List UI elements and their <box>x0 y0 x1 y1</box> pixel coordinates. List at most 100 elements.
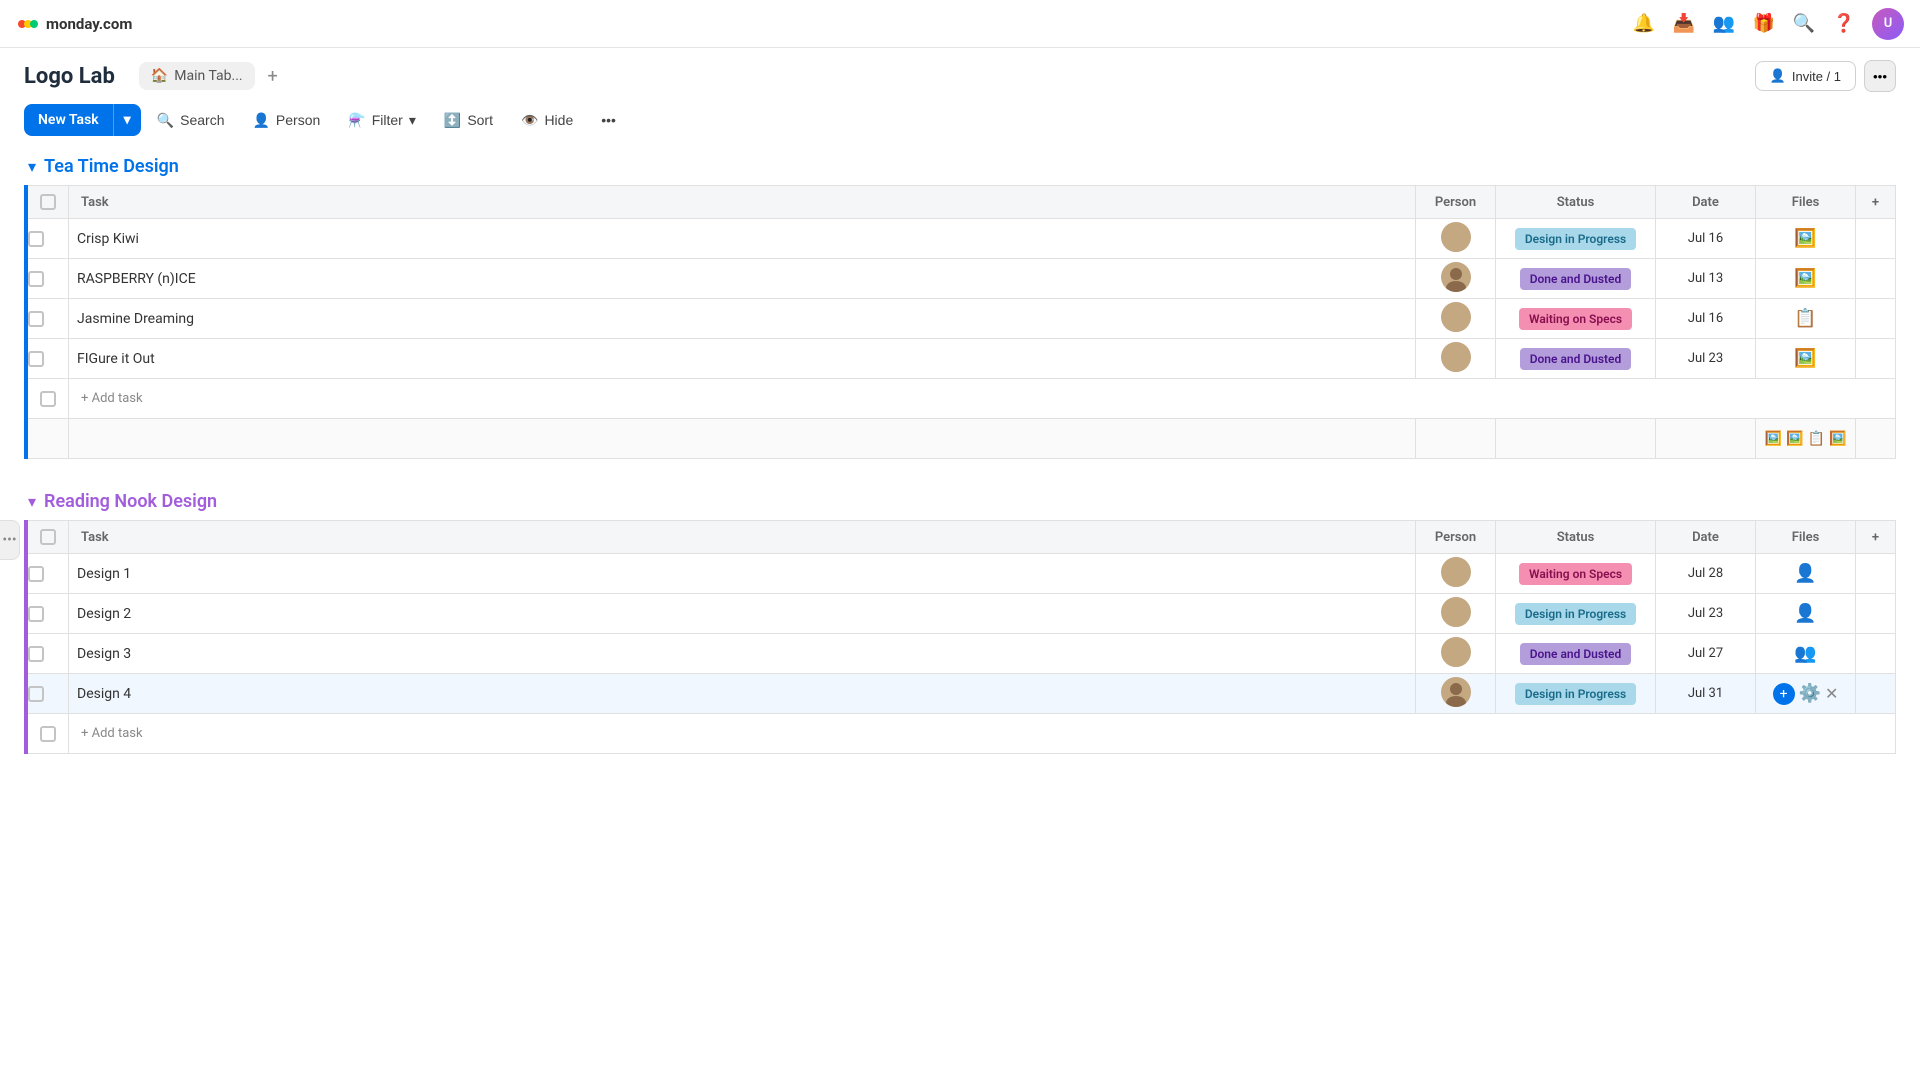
select-all-checkbox[interactable] <box>40 529 56 545</box>
status-cell[interactable]: Done and Dusted <box>1496 339 1656 379</box>
files-cell[interactable]: 📋 <box>1756 299 1856 339</box>
group-title-tea-time[interactable]: Tea Time Design <box>44 156 179 177</box>
search-button[interactable]: 🔍 Search <box>145 105 237 136</box>
file-icon[interactable]: 👥 <box>1794 643 1816 664</box>
more-toolbar-button[interactable]: ••• <box>589 105 628 135</box>
person-avatar[interactable] <box>1441 222 1471 252</box>
add-task-label-cell[interactable]: + Add task <box>69 714 1896 754</box>
file-icon[interactable]: 📋 <box>1794 308 1816 329</box>
task-name[interactable]: FIGure it Out <box>77 351 155 367</box>
gift-icon[interactable]: 🎁 <box>1752 12 1776 36</box>
row-checkbox[interactable] <box>28 646 44 662</box>
filter-button[interactable]: ⚗️ Filter ▾ <box>336 105 428 136</box>
date-cell[interactable]: Jul 27 <box>1656 634 1756 674</box>
add-row-checkbox[interactable] <box>40 391 56 407</box>
new-task-button[interactable]: New Task ▾ <box>24 104 141 136</box>
add-column-button[interactable]: + <box>1856 186 1896 219</box>
files-cell[interactable]: 👤 <box>1756 594 1856 634</box>
person-avatar[interactable] <box>1441 637 1471 667</box>
invite-button[interactable]: 👤 Invite / 1 <box>1755 61 1856 91</box>
file-icon[interactable]: 🖼️ <box>1794 348 1816 369</box>
files-cell[interactable]: 👤 <box>1756 554 1856 594</box>
group-chevron-purple-icon[interactable]: ▾ <box>28 492 36 511</box>
files-cell[interactable]: 🖼️ <box>1756 339 1856 379</box>
add-tab-button[interactable]: + <box>259 62 287 90</box>
notifications-icon[interactable]: 🔔 <box>1632 12 1656 36</box>
date-cell[interactable]: Jul 16 <box>1656 219 1756 259</box>
person-avatar[interactable] <box>1441 677 1471 707</box>
new-task-label[interactable]: New Task <box>24 104 113 136</box>
files-cell[interactable]: 🖼️ <box>1756 219 1856 259</box>
file-icon[interactable]: 🖼️ <box>1794 268 1816 289</box>
row-checkbox[interactable] <box>28 351 44 367</box>
task-name[interactable]: Crisp Kiwi <box>77 231 139 247</box>
status-cell[interactable]: Done and Dusted <box>1496 259 1656 299</box>
person-avatar[interactable] <box>1441 302 1471 332</box>
file-icon[interactable]: 👤 <box>1794 603 1816 624</box>
task-name[interactable]: Design 3 <box>77 646 131 662</box>
status-cell[interactable]: Design in Progress <box>1496 219 1656 259</box>
status-cell[interactable]: Design in Progress <box>1496 674 1656 714</box>
inbox-icon[interactable]: 📥 <box>1672 12 1696 36</box>
files-cell[interactable]: 🖼️ <box>1756 259 1856 299</box>
more-options-button[interactable]: ••• <box>1864 60 1896 92</box>
add-task-row[interactable]: + Add task <box>26 714 1896 754</box>
task-name[interactable]: Design 2 <box>77 606 131 622</box>
status-cell[interactable]: Done and Dusted <box>1496 634 1656 674</box>
summary-file-icon-2[interactable]: 🖼️ <box>1786 431 1803 447</box>
summary-file-icon-4[interactable]: 🖼️ <box>1829 431 1846 447</box>
task-name[interactable]: RASPBERRY (n)ICE <box>77 271 196 287</box>
row-checkbox[interactable] <box>28 686 44 702</box>
search-nav-icon[interactable]: 🔍 <box>1792 12 1816 36</box>
add-column-button[interactable]: + <box>1856 521 1896 554</box>
date-cell[interactable]: Jul 13 <box>1656 259 1756 299</box>
task-name[interactable]: Jasmine Dreaming <box>77 311 194 327</box>
file-icon[interactable]: 👤 <box>1794 563 1816 584</box>
status-cell[interactable]: Design in Progress <box>1496 594 1656 634</box>
person-avatar[interactable] <box>1441 342 1471 372</box>
remove-file-button[interactable]: ✕ <box>1825 684 1838 703</box>
help-icon[interactable]: ❓ <box>1832 12 1856 36</box>
row-checkbox[interactable] <box>28 311 44 327</box>
sort-button[interactable]: ↕️ Sort <box>432 105 505 136</box>
row-checkbox[interactable] <box>28 231 44 247</box>
summary-file-icon-3[interactable]: 📋 <box>1808 431 1825 447</box>
add-task-label-cell[interactable]: + Add task <box>69 379 1896 419</box>
group-chevron-icon[interactable]: ▾ <box>28 157 36 176</box>
row-checkbox[interactable] <box>28 271 44 287</box>
task-name[interactable]: Design 1 <box>77 566 131 582</box>
date-cell[interactable]: Jul 31 <box>1656 674 1756 714</box>
brand-logo[interactable]: monday.com <box>16 12 132 36</box>
people-icon[interactable]: 👥 <box>1712 12 1736 36</box>
date-cell[interactable]: Jul 23 <box>1656 594 1756 634</box>
group-title-reading-nook[interactable]: Reading Nook Design <box>44 491 217 512</box>
files-cell[interactable]: 👥 <box>1756 634 1856 674</box>
add-row-checkbox[interactable] <box>40 726 56 742</box>
row-checkbox-cell <box>26 634 69 674</box>
user-avatar[interactable]: U <box>1872 8 1904 40</box>
date-cell[interactable]: Jul 28 <box>1656 554 1756 594</box>
files-column-header: Files <box>1756 186 1856 219</box>
summary-file-icon-1[interactable]: 🖼️ <box>1765 431 1782 447</box>
status-cell[interactable]: Waiting on Specs <box>1496 299 1656 339</box>
person-avatar[interactable] <box>1441 557 1471 587</box>
sidebar-toggle-button[interactable]: ••• <box>0 520 20 560</box>
person-filter-button[interactable]: 👤 Person <box>240 105 332 136</box>
add-task-row[interactable]: + Add task <box>26 379 1896 419</box>
person-avatar[interactable] <box>1441 597 1471 627</box>
row-checkbox[interactable] <box>28 606 44 622</box>
new-task-chevron-icon[interactable]: ▾ <box>113 104 141 136</box>
add-file-button[interactable]: + <box>1773 683 1795 705</box>
hide-button[interactable]: 👁️ Hide <box>509 105 585 136</box>
row-checkbox[interactable] <box>28 566 44 582</box>
file-icon[interactable]: ⚙️ <box>1799 683 1821 704</box>
date-cell[interactable]: Jul 23 <box>1656 339 1756 379</box>
main-tab[interactable]: 🏠 Main Tab... <box>139 62 255 90</box>
status-cell[interactable]: Waiting on Specs <box>1496 554 1656 594</box>
files-cell[interactable]: + ⚙️ ✕ <box>1756 674 1856 714</box>
task-name[interactable]: Design 4 <box>77 686 131 702</box>
person-avatar[interactable] <box>1441 262 1471 292</box>
select-all-checkbox[interactable] <box>40 194 56 210</box>
date-cell[interactable]: Jul 16 <box>1656 299 1756 339</box>
file-icon[interactable]: 🖼️ <box>1794 228 1816 249</box>
